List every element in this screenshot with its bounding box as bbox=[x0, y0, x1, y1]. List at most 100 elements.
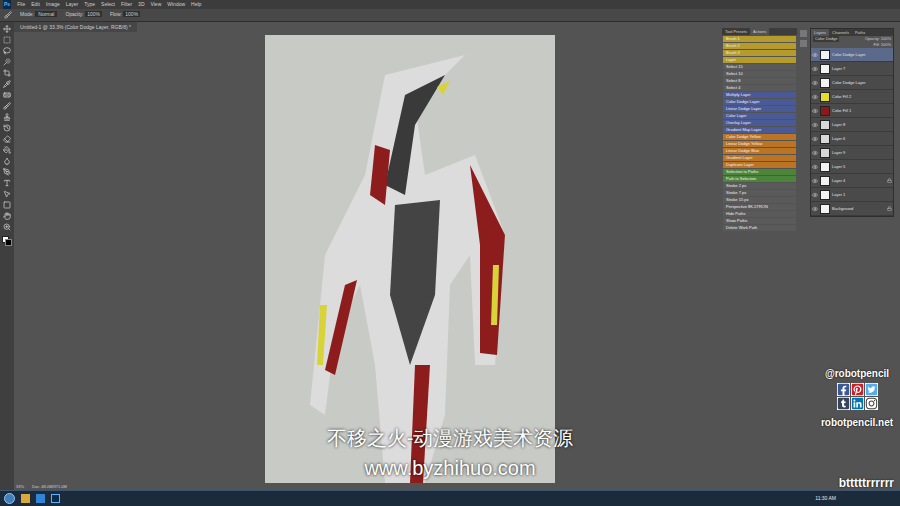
layer-opacity[interactable]: Opacity: 100% bbox=[865, 36, 891, 42]
tool-icon[interactable] bbox=[3, 36, 11, 44]
menu-item[interactable]: 3D bbox=[138, 0, 144, 9]
layer-row[interactable]: Color Dodge Layer bbox=[811, 48, 893, 62]
action-button[interactable]: Stroke 7 px bbox=[723, 190, 796, 196]
menu-item[interactable]: Help bbox=[191, 0, 201, 9]
tool-icon[interactable] bbox=[3, 113, 11, 121]
tool-icon[interactable] bbox=[3, 168, 11, 176]
action-button[interactable]: Brush 1 bbox=[723, 36, 796, 42]
layer-row[interactable]: Layer 9 bbox=[811, 146, 893, 160]
layer-row[interactable]: Background bbox=[811, 202, 893, 216]
opacity-field[interactable]: Opacity: 100% bbox=[65, 11, 102, 19]
layer-row[interactable]: Layer 5 bbox=[811, 160, 893, 174]
taskbar-app-icon[interactable] bbox=[51, 494, 60, 503]
visibility-icon[interactable] bbox=[812, 94, 818, 100]
action-button[interactable]: Linear Dodge Yellow bbox=[723, 141, 796, 147]
tumblr-icon[interactable] bbox=[837, 397, 850, 410]
layer-row[interactable]: Layer 7 bbox=[811, 62, 893, 76]
tool-icon[interactable] bbox=[3, 47, 11, 55]
menu-item[interactable]: Type bbox=[84, 0, 95, 9]
action-button[interactable]: Path to Selection bbox=[723, 176, 796, 182]
action-button[interactable]: Linear Dodge Layer bbox=[723, 106, 796, 112]
instagram-icon[interactable] bbox=[865, 397, 878, 410]
panel-tab[interactable]: Tool Presets bbox=[722, 28, 750, 35]
document-tab[interactable]: Untitled-1 @ 33.3% (Color Dodge Layer, R… bbox=[14, 22, 720, 32]
start-button[interactable] bbox=[4, 493, 15, 504]
action-button[interactable]: Select 8 bbox=[723, 78, 796, 84]
layer-row[interactable]: Color Fill 1 bbox=[811, 104, 893, 118]
visibility-icon[interactable] bbox=[812, 150, 818, 156]
action-button[interactable]: Stroke 15 px bbox=[723, 197, 796, 203]
tool-icon[interactable] bbox=[3, 102, 11, 110]
tool-icon[interactable] bbox=[3, 190, 11, 198]
visibility-icon[interactable] bbox=[812, 52, 818, 58]
action-button[interactable]: Color Layer bbox=[723, 113, 796, 119]
action-button[interactable]: Color Dodge Layer bbox=[723, 99, 796, 105]
action-button[interactable]: Overlay Layer bbox=[723, 120, 796, 126]
layer-row[interactable]: Color Fill 2 bbox=[811, 90, 893, 104]
visibility-icon[interactable] bbox=[812, 192, 818, 198]
action-button[interactable]: Multiply Layer bbox=[723, 92, 796, 98]
panel-tab[interactable]: Actions bbox=[750, 28, 769, 35]
blend-mode[interactable]: Color Dodge bbox=[813, 36, 839, 42]
tool-icon[interactable] bbox=[3, 58, 11, 66]
tool-icon[interactable] bbox=[3, 69, 11, 77]
menu-item[interactable]: Window bbox=[167, 0, 185, 9]
menu-item[interactable]: Edit bbox=[31, 0, 40, 9]
action-button[interactable]: Hide Paths bbox=[723, 211, 796, 217]
flow-field[interactable]: Flow: 100% bbox=[110, 11, 140, 19]
layer-row[interactable]: Layer 6 bbox=[811, 132, 893, 146]
tool-icon[interactable] bbox=[3, 91, 11, 99]
tool-icon[interactable] bbox=[3, 146, 11, 154]
action-button[interactable]: Select 10 bbox=[723, 71, 796, 77]
visibility-icon[interactable] bbox=[812, 136, 818, 142]
layer-row[interactable]: Layer 8 bbox=[811, 118, 893, 132]
pinterest-icon[interactable] bbox=[851, 383, 864, 396]
panel-icon[interactable] bbox=[800, 30, 807, 37]
tool-icon[interactable] bbox=[3, 201, 11, 209]
action-button[interactable]: Show Paths bbox=[723, 218, 796, 224]
twitter-icon[interactable] bbox=[865, 383, 878, 396]
clock[interactable]: 11:30 AM bbox=[815, 495, 836, 503]
tool-icon[interactable] bbox=[3, 80, 11, 88]
visibility-icon[interactable] bbox=[812, 108, 818, 114]
menu-item[interactable]: Filter bbox=[121, 0, 132, 9]
layer-row[interactable]: Layer 4 bbox=[811, 174, 893, 188]
action-button[interactable]: Gradient Layer bbox=[723, 155, 796, 161]
panel-tab[interactable]: Paths bbox=[852, 29, 868, 36]
action-button[interactable]: Delete Work Path bbox=[723, 225, 796, 231]
mode-field[interactable]: Mode: Normal bbox=[20, 11, 57, 19]
visibility-icon[interactable] bbox=[812, 206, 818, 212]
tool-icon[interactable] bbox=[3, 25, 11, 33]
action-button[interactable]: Linear Dodge Blue bbox=[723, 148, 796, 154]
visibility-icon[interactable] bbox=[812, 122, 818, 128]
action-button[interactable]: Gradient Map Layer bbox=[723, 127, 796, 133]
visibility-icon[interactable] bbox=[812, 66, 818, 72]
layer-row[interactable]: Color Dodge Layer bbox=[811, 76, 893, 90]
action-button[interactable]: Select 4 bbox=[723, 85, 796, 91]
brush-icon[interactable] bbox=[4, 11, 12, 19]
menu-item[interactable]: File bbox=[17, 0, 25, 9]
action-button[interactable]: Selection to Paths bbox=[723, 169, 796, 175]
panel-tab[interactable]: Layers bbox=[811, 29, 829, 36]
layer-row[interactable]: Layer 1 bbox=[811, 188, 893, 202]
menu-item[interactable]: Image bbox=[46, 0, 60, 9]
action-button[interactable]: Brush 2 bbox=[723, 43, 796, 49]
tool-icon[interactable] bbox=[3, 124, 11, 132]
tool-icon[interactable] bbox=[3, 212, 11, 220]
visibility-icon[interactable] bbox=[812, 164, 818, 170]
tool-icon[interactable] bbox=[3, 157, 11, 165]
linkedin-icon[interactable] bbox=[851, 397, 864, 410]
menu-item[interactable]: View bbox=[151, 0, 162, 9]
action-button[interactable]: Color Dodge Yellow bbox=[723, 134, 796, 140]
action-button[interactable]: Brush 3 bbox=[723, 50, 796, 56]
color-swatches[interactable] bbox=[2, 236, 12, 246]
panel-icon[interactable] bbox=[800, 40, 807, 47]
action-button[interactable]: Stroke 2 px bbox=[723, 183, 796, 189]
tool-icon[interactable] bbox=[3, 135, 11, 143]
menu-item[interactable]: Layer bbox=[66, 0, 79, 9]
panel-tab[interactable]: Channels bbox=[829, 29, 852, 36]
action-button[interactable]: Layer bbox=[723, 57, 796, 63]
action-button[interactable]: Duplicate Layer bbox=[723, 162, 796, 168]
menu-item[interactable]: Select bbox=[101, 0, 115, 9]
canvas[interactable] bbox=[265, 35, 555, 483]
